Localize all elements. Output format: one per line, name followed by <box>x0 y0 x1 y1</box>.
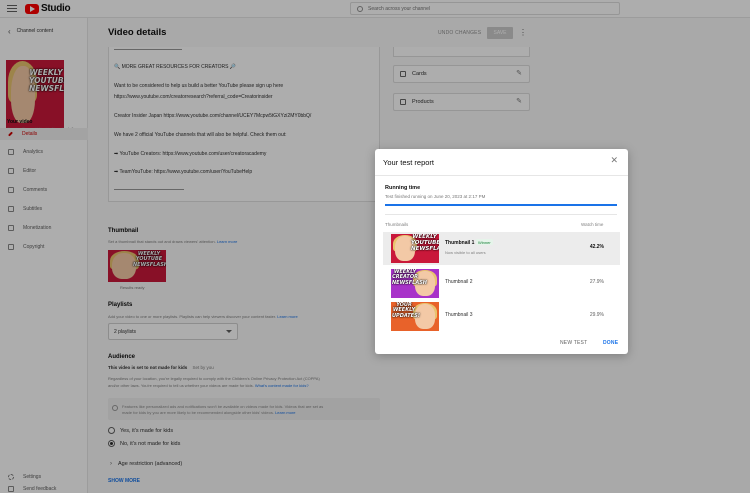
thumbnails-column-header: Thumbnails <box>385 222 409 227</box>
thumbnail-2-image: WEEKLY CREATOR NEWSFLASH <box>391 269 439 298</box>
test-row-thumbnail-3: YOUR WEEKLY UPDATES! Thumbnail 3 29.9% <box>383 300 620 333</box>
test-report-dialog: Your test report ✕ Running time Test fin… <box>375 149 628 354</box>
test-row-thumbnail-2: WEEKLY CREATOR NEWSFLASH Thumbnail 2 27.… <box>383 267 620 300</box>
thumbnail-status: Now visible to all users <box>445 250 486 255</box>
test-row-thumbnail-1: WEEKLY YOUTUBE NEWSFLASH Thumbnail 1 Win… <box>383 232 620 265</box>
thumbnail-1-image: WEEKLY YOUTUBE NEWSFLASH <box>391 234 439 263</box>
close-icon[interactable]: ✕ <box>610 156 618 165</box>
watch-time-column-header: Watch time <box>581 222 604 227</box>
thumbnail-name: Thumbnail 3 <box>445 312 473 318</box>
progress-fill <box>385 204 617 206</box>
watch-time-percent: 27.9% <box>589 279 604 285</box>
running-time-sub: Test finished running on June 20, 2023 a… <box>385 194 486 199</box>
thumbnail-3-image: YOUR WEEKLY UPDATES! <box>391 302 439 331</box>
new-test-button[interactable]: NEW TEST <box>560 340 587 346</box>
divider <box>375 175 628 176</box>
watch-time-percent: 29.9% <box>589 312 604 318</box>
winner-badge: Winner <box>476 239 493 245</box>
thumb-text: YOUR WEEKLY UPDATES! <box>392 302 420 319</box>
thumbnail-name: Thumbnail 1 <box>445 240 475 246</box>
done-button[interactable]: DONE <box>603 340 618 346</box>
watch-time-percent: 42.2% <box>589 244 604 250</box>
thumbnail-name: Thumbnail 2 <box>445 279 473 285</box>
thumb-text: WEEKLY YOUTUBE NEWSFLASH <box>411 234 439 252</box>
running-time-label: Running time <box>385 185 421 191</box>
thumb-text: WEEKLY CREATOR NEWSFLASH <box>392 269 427 286</box>
divider <box>385 214 617 215</box>
running-time-progress <box>385 204 617 206</box>
dialog-title: Your test report <box>383 158 435 167</box>
